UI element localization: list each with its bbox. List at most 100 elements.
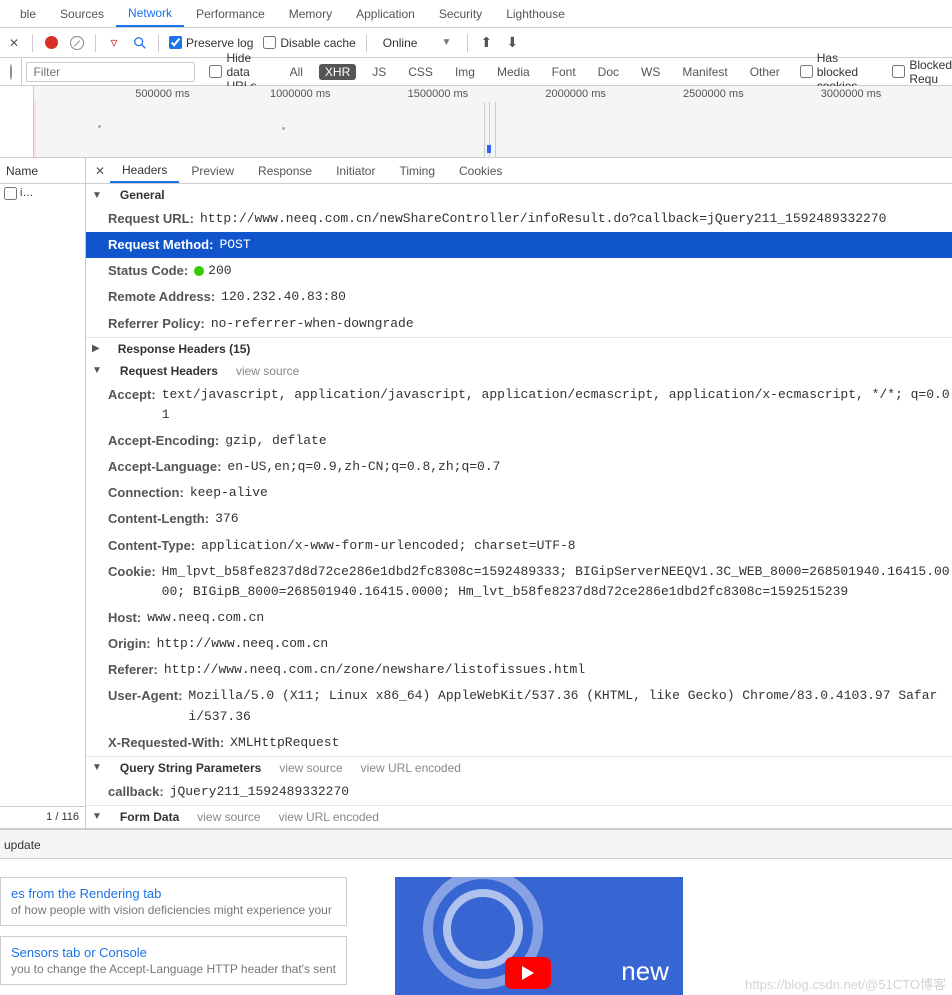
type-all[interactable]: All xyxy=(284,64,309,80)
name-header[interactable]: Name xyxy=(0,158,85,184)
search-icon[interactable] xyxy=(132,35,148,51)
tab-sources[interactable]: Sources xyxy=(48,2,116,26)
tab-memory[interactable]: Memory xyxy=(277,2,344,26)
type-css[interactable]: CSS xyxy=(402,64,439,80)
card-title: Sensors tab or Console xyxy=(11,945,336,960)
request-row[interactable]: i… xyxy=(0,184,85,202)
upload-icon[interactable]: ⬆ xyxy=(478,35,494,51)
status-code: Status Code:200 xyxy=(86,258,952,284)
hdr-x-requested-with: X-Requested-With:XMLHttpRequest xyxy=(86,730,952,756)
section-response-headers[interactable]: ▶Response Headers (15) xyxy=(86,337,952,360)
filter-input[interactable] xyxy=(26,62,195,82)
card-subtitle: of how people with vision deficiencies m… xyxy=(11,903,336,917)
timeline-tick: 1500000 ms xyxy=(408,88,469,100)
type-ws[interactable]: WS xyxy=(635,64,666,80)
hdr-referer: Referer:http://www.neeq.com.cn/zone/news… xyxy=(86,657,952,683)
request-url: Request URL:http://www.neeq.com.cn/newSh… xyxy=(86,206,952,232)
download-icon[interactable]: ⬇ xyxy=(504,35,520,51)
filter-icon[interactable]: ▿ xyxy=(106,35,122,51)
watermark-text: https://blog.csdn.net/@51CTO博客 xyxy=(745,974,946,993)
hdr-cookie: Cookie:Hm_lpvt_b58fe8237d8d72ce286e1dbd2… xyxy=(86,559,952,605)
tab-initiator[interactable]: Initiator xyxy=(324,160,387,182)
whats-new-card[interactable]: es from the Rendering tab of how people … xyxy=(0,877,347,926)
divider xyxy=(32,34,33,52)
type-other[interactable]: Other xyxy=(744,64,786,80)
divider xyxy=(467,34,468,52)
record-icon[interactable] xyxy=(43,35,59,51)
referrer-policy: Referrer Policy:no-referrer-when-downgra… xyxy=(86,311,952,337)
section-form-data[interactable]: ▼Form Dataview sourceview URL encoded xyxy=(86,805,952,828)
type-media[interactable]: Media xyxy=(491,64,536,80)
divider xyxy=(95,34,96,52)
section-query-params[interactable]: ▼Query String Parametersview sourceview … xyxy=(86,756,952,779)
tab-application[interactable]: Application xyxy=(344,2,427,26)
tab-cookies[interactable]: Cookies xyxy=(447,160,514,182)
hdr-content-length: Content-Length:376 xyxy=(86,506,952,532)
timeline-tick: 1000000 ms xyxy=(270,88,331,100)
request-count: 1 / 116 xyxy=(0,806,85,828)
request-details: Name i… 1 / 116 ✕ Headers Preview Respon… xyxy=(0,158,952,829)
timeline-tick: 500000 ms xyxy=(135,88,189,100)
clear-filter-icon[interactable] xyxy=(10,65,12,79)
hdr-accept-language: Accept-Language:en-US,en;q=0.9,zh-CN;q=0… xyxy=(86,454,952,480)
main-panel-tabs: ble Sources Network Performance Memory A… xyxy=(0,0,952,28)
view-source-link[interactable]: view source xyxy=(197,810,260,824)
tab-network[interactable]: Network xyxy=(116,1,184,27)
request-method[interactable]: Request Method:POST xyxy=(86,232,952,258)
type-filters: All XHR JS CSS Img Media Font Doc WS Man… xyxy=(284,64,786,80)
preserve-log-checkbox[interactable]: Preserve log xyxy=(169,36,253,50)
type-doc[interactable]: Doc xyxy=(592,64,625,80)
status-dot-icon xyxy=(194,266,204,276)
tab-headers[interactable]: Headers xyxy=(110,159,179,183)
detail-tabs: ✕ Headers Preview Response Initiator Tim… xyxy=(86,158,952,184)
close-icon[interactable]: ✕ xyxy=(6,35,22,51)
hdr-origin: Origin:http://www.neeq.com.cn xyxy=(86,631,952,657)
tab-preview[interactable]: Preview xyxy=(179,160,246,182)
throttling-select[interactable]: Online▼ xyxy=(377,36,458,50)
divider xyxy=(158,34,159,52)
tab-timing[interactable]: Timing xyxy=(387,160,447,182)
timeline-tick: 3000000 ms xyxy=(821,88,882,100)
request-list: Name i… 1 / 116 xyxy=(0,158,86,828)
view-url-encoded-link[interactable]: view URL encoded xyxy=(361,761,461,775)
whats-new-panel: es from the Rendering tab of how people … xyxy=(0,859,952,995)
divider xyxy=(366,34,367,52)
remote-address: Remote Address:120.232.40.83:80 xyxy=(86,284,952,310)
filter-bar: Hide data URLs All XHR JS CSS Img Media … xyxy=(0,58,952,86)
hdr-accept-encoding: Accept-Encoding:gzip, deflate xyxy=(86,428,952,454)
tab-response[interactable]: Response xyxy=(246,160,324,182)
timeline-tick: 2000000 ms xyxy=(545,88,606,100)
view-source-link[interactable]: view source xyxy=(236,364,299,378)
hdr-accept: Accept:text/javascript, application/java… xyxy=(86,382,952,428)
view-source-link[interactable]: view source xyxy=(279,761,342,775)
disable-cache-checkbox[interactable]: Disable cache xyxy=(263,36,355,50)
type-manifest[interactable]: Manifest xyxy=(676,64,733,80)
card-title: es from the Rendering tab xyxy=(11,886,336,901)
tab-security[interactable]: Security xyxy=(427,2,494,26)
timeline-tick: 2500000 ms xyxy=(683,88,744,100)
query-callback: callback:jQuery211_1592489332270 xyxy=(86,779,952,805)
hdr-host: Host:www.neeq.com.cn xyxy=(86,605,952,631)
video-text: new xyxy=(621,956,669,987)
clear-icon[interactable] xyxy=(69,35,85,51)
whats-new-header: update xyxy=(0,829,952,859)
tab-ble[interactable]: ble xyxy=(8,2,48,26)
type-font[interactable]: Font xyxy=(546,64,582,80)
blocked-requests-checkbox[interactable]: Blocked Requ xyxy=(892,58,952,86)
type-xhr[interactable]: XHR xyxy=(319,64,356,80)
view-url-encoded-link[interactable]: view URL encoded xyxy=(279,810,379,824)
chevron-down-icon: ▼ xyxy=(441,37,451,48)
tab-lighthouse[interactable]: Lighthouse xyxy=(494,2,577,26)
hdr-user-agent: User-Agent:Mozilla/5.0 (X11; Linux x86_6… xyxy=(86,683,952,729)
whats-new-card[interactable]: Sensors tab or Console you to change the… xyxy=(0,936,347,985)
type-js[interactable]: JS xyxy=(366,64,392,80)
card-subtitle: you to change the Accept-Language HTTP h… xyxy=(11,962,336,976)
timeline-overview[interactable]: 500000 ms 1000000 ms 1500000 ms 2000000 … xyxy=(0,86,952,158)
tab-performance[interactable]: Performance xyxy=(184,2,277,26)
section-general[interactable]: ▼General xyxy=(86,184,952,206)
video-thumbnail[interactable]: new xyxy=(395,877,683,995)
play-icon xyxy=(505,957,551,989)
close-details-icon[interactable]: ✕ xyxy=(90,164,110,178)
section-request-headers[interactable]: ▼Request Headersview source xyxy=(86,360,952,382)
type-img[interactable]: Img xyxy=(449,64,481,80)
